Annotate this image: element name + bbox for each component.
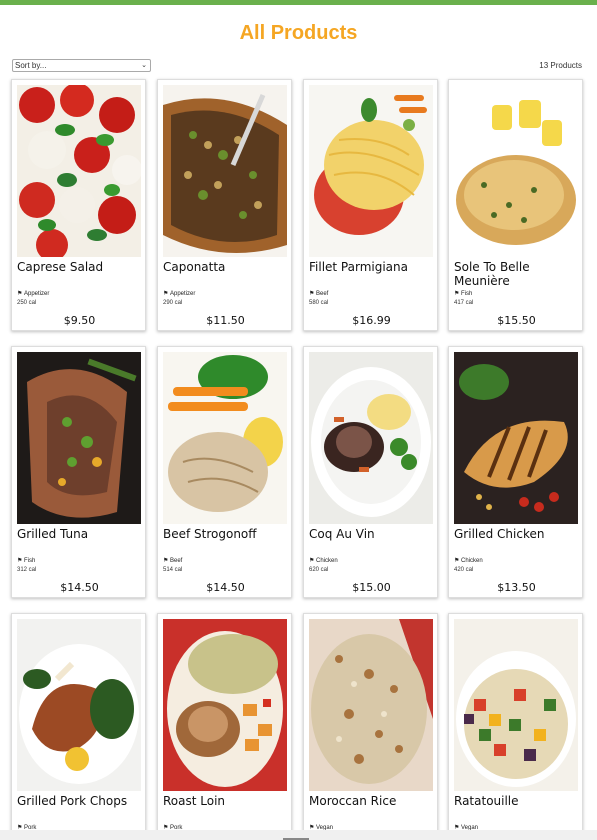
roast-loin-photo bbox=[163, 619, 287, 791]
grilled-pork-chops-photo bbox=[17, 619, 141, 791]
product-card[interactable]: Roast Loin ⚑ Pork bbox=[157, 613, 292, 840]
product-card[interactable]: Coq Au Vin ⚑ Chicken 620 cal $15.00 bbox=[303, 346, 438, 598]
product-image[interactable] bbox=[454, 619, 578, 791]
product-price: $16.99 bbox=[352, 314, 391, 327]
product-calories: 290 cal bbox=[163, 300, 183, 306]
product-price: $11.50 bbox=[206, 314, 245, 327]
tag-icon: ⚑ bbox=[309, 558, 315, 564]
product-card[interactable]: Grilled Pork Chops ⚑ Pork bbox=[11, 613, 146, 840]
product-count: 13 Products bbox=[539, 61, 582, 70]
product-image[interactable] bbox=[309, 619, 433, 791]
product-price: $14.50 bbox=[206, 581, 245, 594]
product-name[interactable]: Caprese Salad bbox=[17, 260, 142, 274]
product-calories: 620 cal bbox=[309, 567, 329, 573]
sole-meuniere-photo bbox=[454, 85, 578, 257]
product-name[interactable]: Moroccan Rice bbox=[309, 794, 434, 808]
product-name[interactable]: Fillet Parmigiana bbox=[309, 260, 434, 274]
product-image[interactable] bbox=[309, 352, 433, 524]
product-image[interactable] bbox=[163, 85, 287, 257]
tag-icon: ⚑ bbox=[454, 291, 460, 297]
product-image[interactable] bbox=[17, 352, 141, 524]
tag-icon: ⚑ bbox=[454, 558, 460, 564]
tag-icon: ⚑ bbox=[309, 291, 315, 297]
coq-au-vin-photo bbox=[309, 352, 433, 524]
product-image[interactable] bbox=[309, 85, 433, 257]
product-category: ⚑ Fish bbox=[454, 291, 473, 297]
sort-select[interactable]: Sort by... ⌄ bbox=[12, 59, 151, 72]
product-name[interactable]: Grilled Tuna bbox=[17, 527, 142, 541]
grilled-chicken-photo bbox=[454, 352, 578, 524]
fillet-parmigiana-photo bbox=[309, 85, 433, 257]
caprese-salad-photo bbox=[17, 85, 141, 257]
sort-select-label: Sort by... bbox=[15, 61, 47, 70]
product-image[interactable] bbox=[17, 619, 141, 791]
product-name[interactable]: Caponatta bbox=[163, 260, 288, 274]
product-card[interactable]: Beef Strogonoff ⚑ Beef 514 cal $14.50 bbox=[157, 346, 292, 598]
product-card[interactable]: Ratatouille ⚑ Vegan bbox=[448, 613, 583, 840]
chevron-down-icon: ⌄ bbox=[141, 62, 147, 69]
product-card[interactable]: Caprese Salad ⚑ Appetizer 250 cal $9.50 bbox=[11, 79, 146, 331]
beef-strogonoff-photo bbox=[163, 352, 287, 524]
product-name[interactable]: Grilled Chicken bbox=[454, 527, 579, 541]
product-name[interactable]: Coq Au Vin bbox=[309, 527, 434, 541]
product-price: $15.50 bbox=[497, 314, 536, 327]
tag-icon: ⚑ bbox=[17, 558, 23, 564]
product-category: ⚑ Fish bbox=[17, 558, 36, 564]
product-price: $13.50 bbox=[497, 581, 536, 594]
tag-icon: ⚑ bbox=[17, 291, 23, 297]
ratatouille-photo bbox=[454, 619, 578, 791]
product-name[interactable]: Sole To Belle Meunière bbox=[454, 260, 579, 288]
tag-icon: ⚑ bbox=[163, 558, 169, 564]
product-calories: 514 cal bbox=[163, 567, 183, 573]
product-category: ⚑ Beef bbox=[309, 291, 329, 297]
product-image[interactable] bbox=[454, 352, 578, 524]
product-image[interactable] bbox=[163, 619, 287, 791]
product-price: $15.00 bbox=[352, 581, 391, 594]
product-card[interactable]: Grilled Chicken ⚑ Chicken 420 cal $13.50 bbox=[448, 346, 583, 598]
product-name[interactable]: Beef Strogonoff bbox=[163, 527, 288, 541]
product-calories: 420 cal bbox=[454, 567, 474, 573]
product-category: ⚑ Appetizer bbox=[17, 291, 50, 297]
product-calories: 580 cal bbox=[309, 300, 329, 306]
product-category: ⚑ Chicken bbox=[309, 558, 338, 564]
product-card[interactable]: Caponatta ⚑ Appetizer 290 cal $11.50 bbox=[157, 79, 292, 331]
product-image[interactable] bbox=[17, 85, 141, 257]
moroccan-rice-photo bbox=[309, 619, 433, 791]
product-image[interactable] bbox=[163, 352, 287, 524]
top-accent-bar bbox=[0, 0, 597, 5]
product-name[interactable]: Grilled Pork Chops bbox=[17, 794, 142, 808]
product-name[interactable]: Ratatouille bbox=[454, 794, 579, 808]
product-price: $9.50 bbox=[63, 314, 96, 327]
product-category: ⚑ Chicken bbox=[454, 558, 483, 564]
product-name[interactable]: Roast Loin bbox=[163, 794, 288, 808]
product-card[interactable]: Sole To Belle Meunière ⚑ Fish 417 cal $15… bbox=[448, 79, 583, 331]
product-category: ⚑ Appetizer bbox=[163, 291, 196, 297]
product-card[interactable]: Fillet Parmigiana ⚑ Beef 580 cal $16.99 bbox=[303, 79, 438, 331]
product-card[interactable]: Moroccan Rice ⚑ Vegan bbox=[303, 613, 438, 840]
grilled-tuna-photo bbox=[17, 352, 141, 524]
page-title: All Products bbox=[239, 22, 358, 44]
product-calories: 417 cal bbox=[454, 300, 474, 306]
product-calories: 312 cal bbox=[17, 567, 37, 573]
product-price: $14.50 bbox=[60, 581, 99, 594]
product-calories: 250 cal bbox=[17, 300, 37, 306]
product-category: ⚑ Beef bbox=[163, 558, 183, 564]
product-image[interactable] bbox=[454, 85, 578, 257]
caponatta-photo bbox=[163, 85, 287, 257]
tag-icon: ⚑ bbox=[163, 291, 169, 297]
product-card[interactable]: Grilled Tuna ⚑ Fish 312 cal $14.50 bbox=[11, 346, 146, 598]
